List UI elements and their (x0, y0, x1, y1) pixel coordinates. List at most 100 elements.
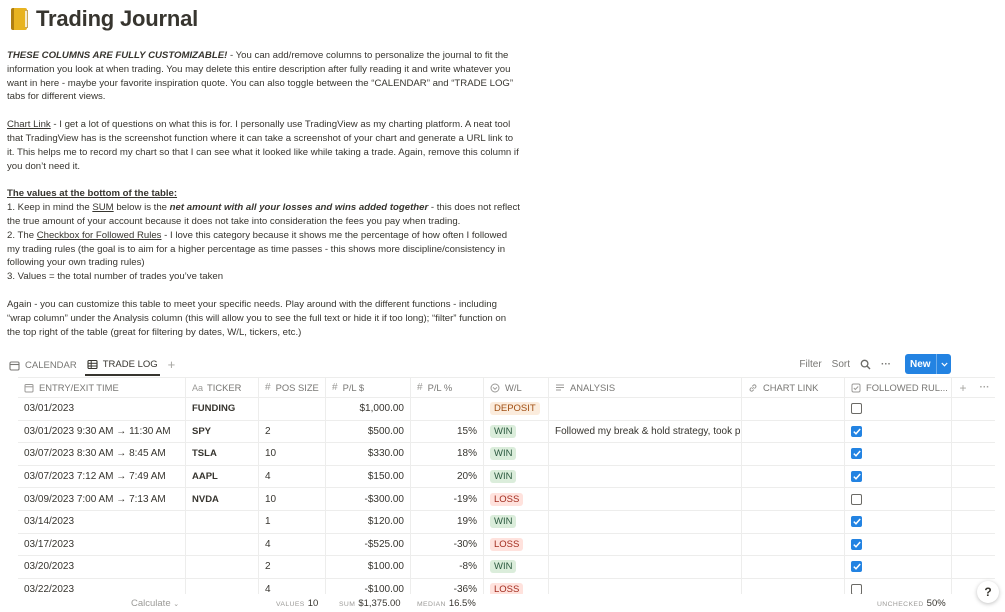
wl-cell[interactable]: WIN (484, 443, 549, 465)
chart-link-cell[interactable] (742, 556, 845, 578)
checked-checkbox[interactable] (851, 448, 862, 460)
column-header-ticker[interactable]: Aa TICKER (186, 378, 259, 397)
unchecked-aggregate[interactable]: UNCHECKED 50% (877, 598, 946, 609)
column-header-pl-percent[interactable]: # P/L % (411, 378, 484, 397)
pl-percent-cell[interactable]: -8% (411, 556, 484, 578)
analysis-cell[interactable] (549, 443, 742, 465)
pos-size-cell[interactable]: 10 (259, 443, 326, 465)
entry-exit-time-cell[interactable]: 03/14/2023 (18, 510, 186, 533)
wl-cell[interactable]: WIN (484, 510, 549, 533)
followed-rules-cell[interactable] (845, 488, 952, 510)
chart-link-cell[interactable] (742, 488, 845, 510)
analysis-cell[interactable] (549, 465, 742, 488)
pl-percent-cell[interactable]: 20% (411, 465, 484, 488)
chevron-down-icon[interactable] (936, 354, 951, 374)
followed-rules-cell[interactable] (845, 510, 952, 533)
analysis-cell[interactable] (549, 556, 742, 578)
wl-cell[interactable]: WIN (484, 556, 549, 578)
table-row[interactable]: 03/09/2023 7:00 AM → 7:13 AM NVDA 10 -$300.… (18, 488, 995, 511)
column-options-button[interactable]: ··· (974, 378, 995, 397)
page-title[interactable]: Trading Journal (36, 6, 198, 32)
followed-rules-term[interactable]: Checkbox for Followed Rules (37, 230, 162, 241)
pl-percent-cell[interactable]: -30% (411, 533, 484, 556)
followed-rules-cell[interactable] (845, 556, 952, 578)
sort-button[interactable]: Sort (832, 359, 850, 370)
column-header-pl-dollar[interactable]: # P/L $ (326, 378, 411, 397)
pos-size-cell[interactable]: 2 (259, 556, 326, 578)
analysis-cell[interactable] (549, 398, 742, 420)
entry-exit-time-cell[interactable]: 03/07/2023 8:30 AM → 8:45 AM (18, 443, 186, 465)
new-entry-button[interactable]: New (905, 354, 951, 374)
chart-link-cell[interactable] (742, 443, 845, 465)
followed-rules-cell[interactable] (845, 420, 952, 443)
wl-cell[interactable]: LOSS (484, 488, 549, 510)
ticker-cell[interactable]: TSLA (186, 443, 259, 465)
tab-calendar[interactable]: CALENDAR (7, 354, 79, 376)
add-view-button[interactable]: + (168, 354, 176, 376)
column-header-entry-exit-time[interactable]: ENTRY/EXIT TIME (18, 378, 186, 397)
ticker-cell[interactable]: SPY (186, 420, 259, 443)
wl-cell[interactable]: WIN (484, 420, 549, 443)
values-aggregate[interactable]: VALUES 10 (276, 598, 318, 609)
checked-checkbox[interactable] (851, 425, 862, 437)
pl-dollar-cell[interactable]: -$300.00 (326, 488, 411, 510)
entry-exit-time-cell[interactable]: 03/20/2023 (18, 556, 186, 578)
median-aggregate[interactable]: MEDIAN 16.5% (417, 598, 476, 609)
analysis-cell[interactable]: Followed my break & hold strategy, took … (549, 420, 742, 443)
analysis-cell[interactable] (549, 510, 742, 533)
column-header-analysis[interactable]: ANALYSIS (549, 378, 742, 397)
tab-trade-log[interactable]: TRADE LOG (84, 354, 160, 376)
table-row[interactable]: 03/14/2023 1 $120.00 19% WIN (18, 510, 995, 534)
checked-checkbox[interactable] (851, 538, 862, 550)
checked-checkbox[interactable] (851, 471, 862, 483)
search-button[interactable] (860, 359, 871, 370)
entry-exit-time-cell[interactable]: 03/07/2023 7:12 AM → 7:49 AM (18, 465, 186, 488)
chart-link-cell[interactable] (742, 398, 845, 420)
table-row[interactable]: 03/07/2023 8:30 AM → 8:45 AM TSLA 10 $330.0… (18, 443, 995, 466)
pos-size-cell[interactable]: 10 (259, 488, 326, 510)
ticker-cell[interactable] (186, 556, 259, 578)
analysis-cell[interactable] (549, 488, 742, 510)
ticker-cell[interactable]: FUNDING (186, 398, 259, 420)
pl-percent-cell[interactable]: 19% (411, 510, 484, 533)
table-row[interactable]: 03/01/2023 9:30 AM → 11:30 AM SPY 2 $500.00… (18, 420, 995, 444)
followed-rules-cell[interactable] (845, 398, 952, 420)
entry-exit-time-cell[interactable]: 03/01/2023 (18, 398, 186, 420)
checked-checkbox[interactable] (851, 561, 862, 573)
pl-dollar-cell[interactable]: $330.00 (326, 443, 411, 465)
pl-percent-cell[interactable]: 15% (411, 420, 484, 443)
sum-term[interactable]: SUM (92, 202, 113, 213)
pl-dollar-cell[interactable]: $1,000.00 (326, 398, 411, 420)
unchecked-checkbox[interactable] (851, 403, 862, 415)
entry-exit-time-cell[interactable]: 03/09/2023 7:00 AM → 7:13 AM (18, 488, 186, 510)
pl-percent-cell[interactable]: 18% (411, 443, 484, 465)
pos-size-cell[interactable]: 4 (259, 465, 326, 488)
unchecked-checkbox[interactable] (851, 493, 862, 505)
followed-rules-cell[interactable] (845, 465, 952, 488)
ticker-cell[interactable] (186, 533, 259, 556)
followed-rules-cell[interactable] (845, 533, 952, 556)
wl-cell[interactable]: DEPOSIT (484, 398, 549, 420)
ticker-cell[interactable] (186, 510, 259, 533)
table-row[interactable]: 03/07/2023 7:12 AM → 7:49 AM AAPL 4 $150.00… (18, 465, 995, 489)
followed-rules-cell[interactable] (845, 443, 952, 465)
table-row[interactable]: 03/01/2023 FUNDING $1,000.00 DEPOSIT (18, 398, 995, 421)
column-header-followed-rules[interactable]: FOLLOWED RUL... (845, 378, 952, 397)
wl-cell[interactable]: LOSS (484, 533, 549, 556)
column-header-pos-size[interactable]: # POS SIZE (259, 378, 326, 397)
pos-size-cell[interactable]: 1 (259, 510, 326, 533)
entry-exit-time-cell[interactable]: 03/17/2023 (18, 533, 186, 556)
pl-dollar-cell[interactable]: $150.00 (326, 465, 411, 488)
pl-dollar-cell[interactable]: $100.00 (326, 556, 411, 578)
chart-link-term[interactable]: Chart Link (7, 119, 51, 130)
pl-dollar-cell[interactable]: -$525.00 (326, 533, 411, 556)
pos-size-cell[interactable]: 4 (259, 533, 326, 556)
pl-percent-cell[interactable] (411, 398, 484, 420)
chart-link-cell[interactable] (742, 465, 845, 488)
column-header-chart-link[interactable]: CHART LINK (742, 378, 845, 397)
wl-cell[interactable]: WIN (484, 465, 549, 488)
notebook-icon[interactable] (8, 7, 28, 31)
more-options-button[interactable]: ··· (881, 359, 891, 370)
chart-link-cell[interactable] (742, 420, 845, 443)
chart-link-cell[interactable] (742, 510, 845, 533)
